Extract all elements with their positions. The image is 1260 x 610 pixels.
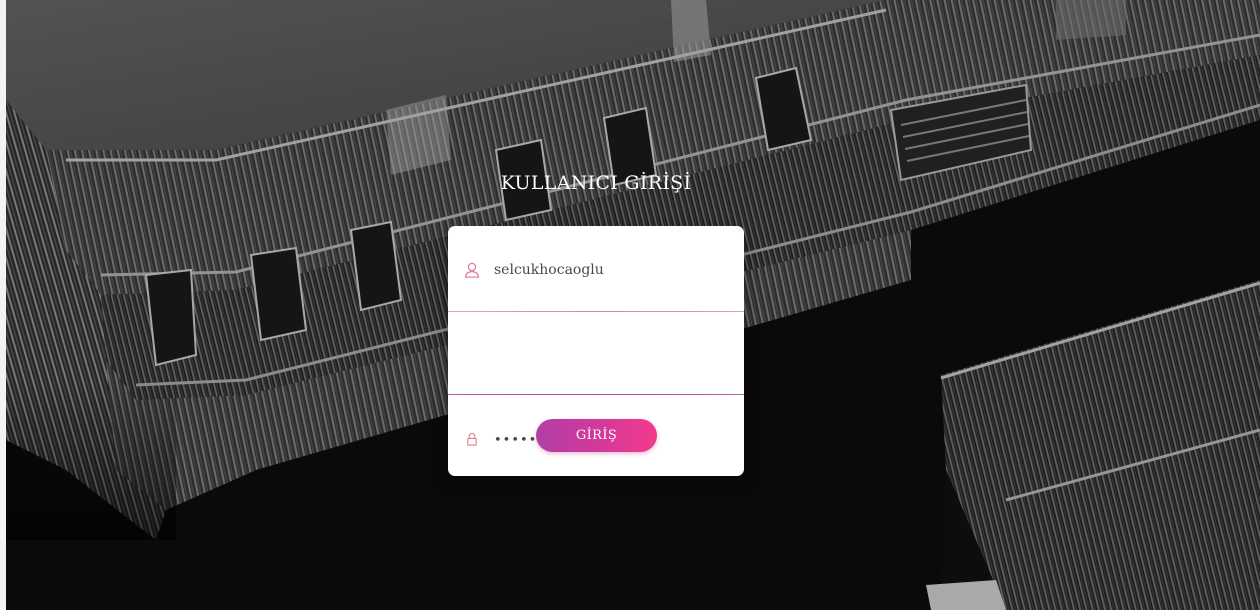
username-input[interactable] — [494, 258, 724, 282]
login-button[interactable]: GİRİŞ — [536, 419, 657, 452]
page-title: KULLANICI GİRİŞİ — [500, 172, 692, 194]
username-field — [448, 226, 744, 310]
user-icon — [464, 262, 480, 278]
lock-icon — [464, 431, 480, 447]
password-field — [448, 312, 744, 452]
login-page: KULLANICI GİRİŞİ GİRİŞ — [0, 0, 1260, 610]
login-card: GİRİŞ — [448, 226, 744, 476]
password-underline — [448, 394, 744, 395]
